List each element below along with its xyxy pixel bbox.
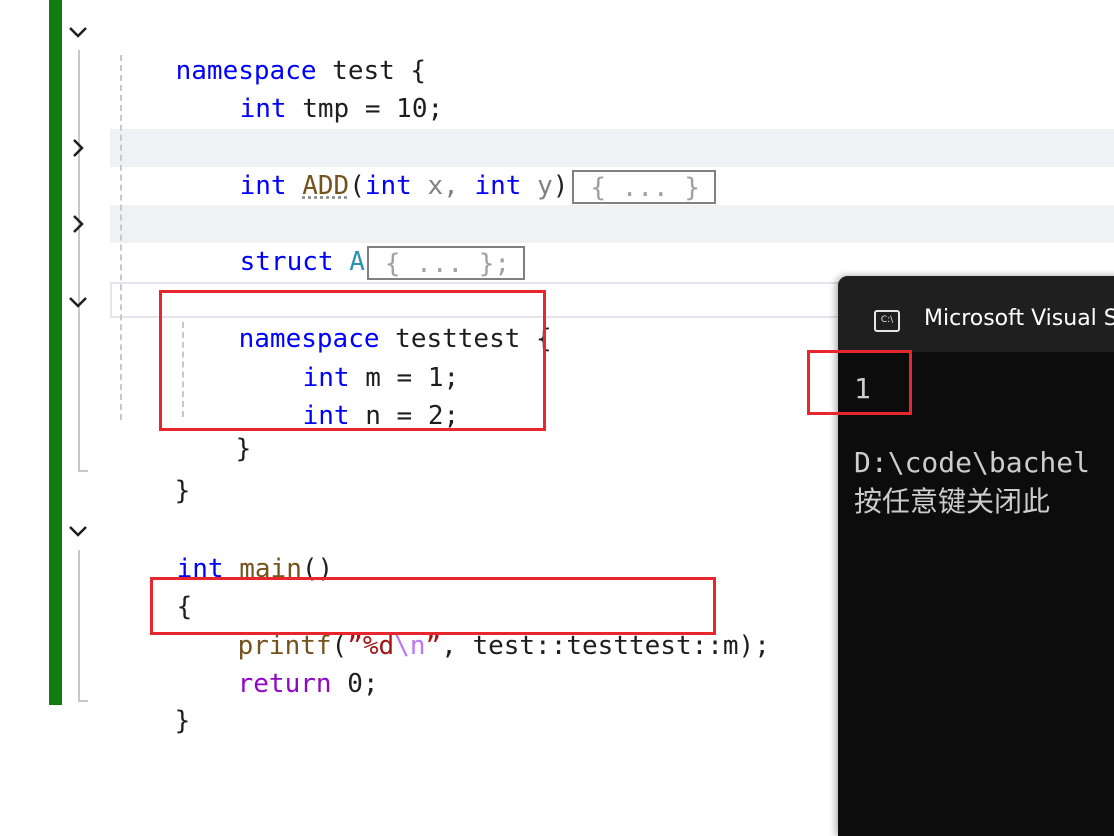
code-line[interactable]: int main() [114,512,333,550]
outline-guide [78,550,80,702]
annotation-box-console-output [807,350,912,415]
chevron-right-icon[interactable] [68,214,88,234]
chevron-down-icon[interactable] [68,292,88,312]
outline-guide-end [78,700,88,702]
function-name[interactable]: ADD [302,171,349,201]
code-line[interactable]: namespace test { [113,14,426,52]
code-line[interactable]: } [112,434,190,472]
console-path: D:\code\bachel [854,446,1090,479]
collapsed-region[interactable]: { ... }; [367,246,525,280]
annotation-box-printf [150,577,716,635]
console-title-bar[interactable]: C:\ Microsoft Visual S [838,276,1114,352]
console-title: Microsoft Visual S [924,306,1114,331]
chevron-right-icon[interactable] [68,138,88,158]
outline-guide [78,50,80,472]
code-line[interactable]: int tmp = 10; [177,52,443,90]
console-prompt: 按任意键关闭此 [854,480,1050,520]
code-line[interactable]: int ADD(int x, int y){ ... } [177,129,716,167]
chevron-down-icon[interactable] [68,521,88,541]
chevron-down-icon[interactable] [68,22,88,42]
change-tracking-bar [49,0,62,705]
code-line[interactable]: struct A{ ... }; [177,205,525,243]
code-line[interactable]: } [112,664,190,702]
collapsed-region[interactable]: { ... } [572,170,716,204]
annotation-box-nested-namespace [159,290,546,431]
terminal-icon: C:\ [874,310,900,332]
outline-guide-end [78,470,88,472]
